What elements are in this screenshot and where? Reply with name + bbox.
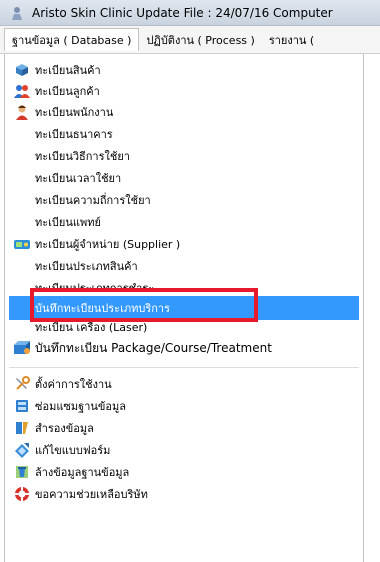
menu-item-label: ขอความช่วยเหลือบริษัท	[35, 488, 148, 501]
menu-item-label: ทะเบียนสินค้า	[35, 64, 101, 77]
menu-item-label: ล้างข้อมูลฐานข้อมูล	[35, 466, 130, 479]
menu-item-laser-register[interactable]: ทะเบียน เครื่อง (Laser)	[9, 322, 359, 334]
menu-item-drug-frequency-register[interactable]: ทะเบียนความถี่การใช้ยา	[9, 190, 359, 210]
menu-item-label: แก้ไขแบบฟอร์ม	[35, 444, 111, 457]
app-icon	[10, 6, 24, 20]
backup-icon	[13, 419, 31, 437]
menu-item-supplier-register[interactable]: ทะเบียนผู้จำหน่าย (Supplier )	[9, 234, 359, 254]
help-icon	[13, 485, 31, 503]
menu-item-label: สำรองข้อมูล	[35, 422, 94, 435]
menu-item-customer-register[interactable]: ทะเบียนลูกค้า	[9, 81, 359, 101]
menu-item-backup[interactable]: สำรองข้อมูล	[9, 418, 359, 438]
menu-item-label: ทะเบียนประเภทการชำระ	[35, 282, 155, 290]
menu-item-employee-register[interactable]: ทะเบียนพนักงาน	[9, 102, 359, 122]
repair-db-icon	[13, 397, 31, 415]
menu-bar: ฐานข้อมูล ( Database ) ปฏิบัติงาน ( Proc…	[0, 26, 380, 54]
menu-item-label: บันทึกทะเบียน Package/Course/Treatment	[35, 340, 272, 355]
package-icon	[13, 339, 31, 357]
menu-item-clear-database[interactable]: ล้างข้อมูลฐานข้อมูล	[9, 462, 359, 482]
box-icon	[13, 61, 31, 79]
menu-item-label: ทะเบียนพนักงาน	[35, 106, 114, 119]
menu-item-label: ทะเบียนความถี่การใช้ยา	[35, 194, 151, 207]
edit-form-icon	[13, 441, 31, 459]
menu-item-label: ทะเบียนประเภทสินค้า	[35, 260, 138, 273]
menu-item-product-register[interactable]: ทะเบียนสินค้า	[9, 60, 359, 80]
menu-item-label: ทะเบียนเวลาใช้ยา	[35, 172, 122, 185]
menu-item-label: ทะเบียนวิธีการใช้ยา	[35, 150, 130, 163]
supplier-icon	[13, 235, 31, 253]
menu-item-drug-usage-register[interactable]: ทะเบียนวิธีการใช้ยา	[9, 146, 359, 166]
database-dropdown-menu: ทะเบียนสินค้า ทะเบียนลูกค้า ทะเบียนพนักง…	[4, 54, 364, 562]
menu-item-label: ทะเบียนผู้จำหน่าย (Supplier )	[35, 238, 181, 251]
settings-icon	[13, 375, 31, 393]
window-title: Aristo Skin Clinic Update File : 24/07/1…	[32, 5, 333, 20]
menu-item-doctor-register[interactable]: ทะเบียนแพทย์	[9, 212, 359, 232]
menu-item-help[interactable]: ขอความช่วยเหลือบริษัท	[9, 484, 359, 504]
menu-item-repair-database[interactable]: ซ่อมแซมฐานข้อมูล	[9, 396, 359, 416]
menu-report[interactable]: รายงาน (	[262, 29, 321, 51]
menu-item-bank-register[interactable]: ทะเบียนธนาคาร	[9, 124, 359, 144]
menu-item-label: ตั้งค่าการใช้งาน	[35, 378, 112, 391]
menu-item-label: ทะเบียนแพทย์	[35, 216, 101, 229]
menu-database[interactable]: ฐานข้อมูล ( Database )	[4, 28, 140, 51]
menu-item-service-type-register[interactable]: บันทึกทะเบียนประเภทบริการ	[9, 296, 359, 320]
menu-separator	[9, 367, 359, 368]
menu-item-product-type-register[interactable]: ทะเบียนประเภทสินค้า	[9, 256, 359, 276]
customers-icon	[13, 82, 31, 100]
menu-database-label: ฐานข้อมูล ( Database )	[12, 34, 132, 47]
menu-process-label: ปฏิบัติงาน ( Process )	[146, 33, 255, 47]
menu-item-label: ทะเบียนธนาคาร	[35, 128, 113, 141]
menu-item-label: ทะเบียนลูกค้า	[35, 85, 100, 98]
menu-item-drug-time-register[interactable]: ทะเบียนเวลาใช้ยา	[9, 168, 359, 188]
menu-item-settings[interactable]: ตั้งค่าการใช้งาน	[9, 374, 359, 394]
menu-item-edit-form[interactable]: แก้ไขแบบฟอร์ม	[9, 440, 359, 460]
title-bar: Aristo Skin Clinic Update File : 24/07/1…	[0, 0, 380, 26]
menu-item-label: บันทึกทะเบียนประเภทบริการ	[35, 302, 170, 315]
menu-item-label: ซ่อมแซมฐานข้อมูล	[35, 400, 127, 413]
menu-process[interactable]: ปฏิบัติงาน ( Process )	[139, 29, 261, 51]
menu-report-label: รายงาน (	[268, 33, 315, 47]
employee-icon	[13, 103, 31, 121]
menu-item-payment-type-register[interactable]: ทะเบียนประเภทการชำระ	[9, 276, 359, 290]
menu-item-package-register[interactable]: บันทึกทะเบียน Package/Course/Treatment	[9, 338, 359, 358]
menu-item-label: ทะเบียน เครื่อง (Laser)	[35, 322, 148, 334]
clear-db-icon	[13, 463, 31, 481]
